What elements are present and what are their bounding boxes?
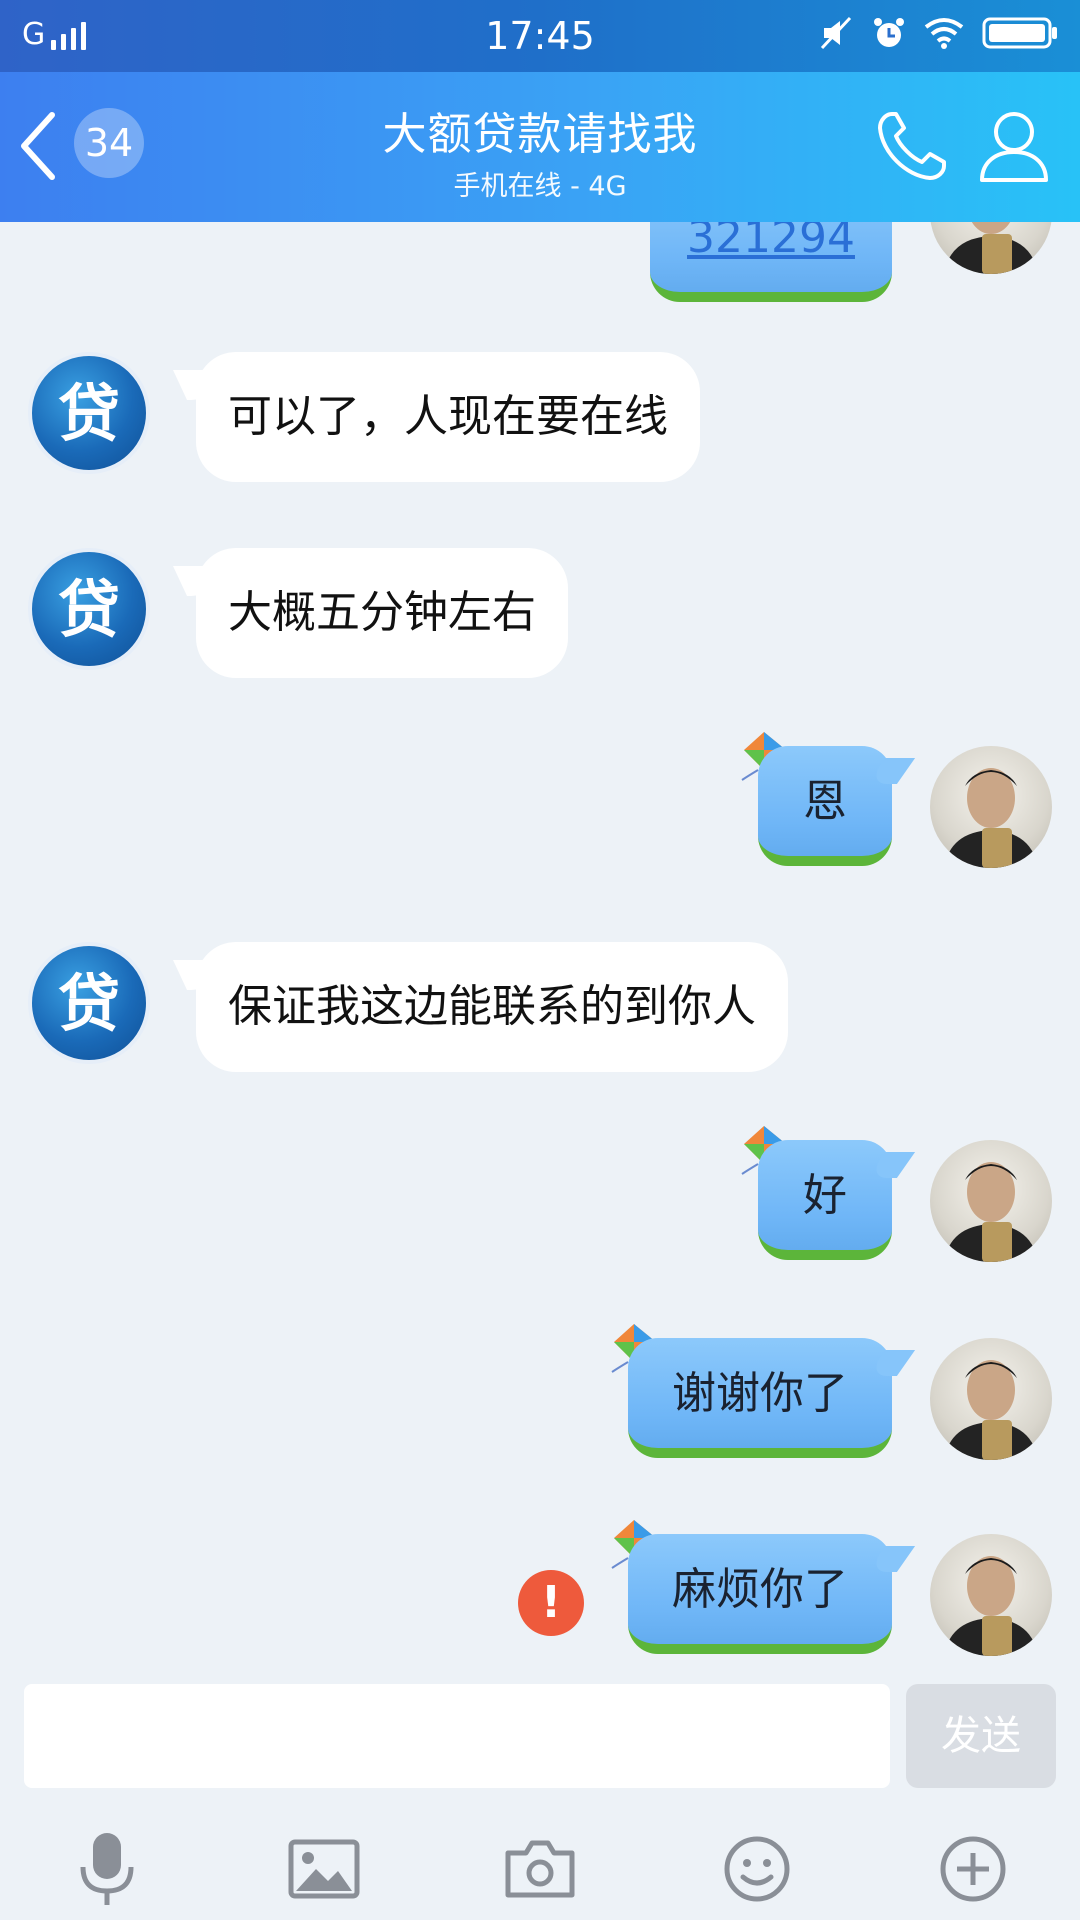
emoji-icon — [724, 1836, 790, 1902]
user-photo — [944, 1360, 1038, 1460]
outgoing-message[interactable]: 麻烦你了 — [628, 1534, 892, 1654]
outgoing-message[interactable]: 好 — [758, 1140, 892, 1260]
incoming-message[interactable]: 保证我这边能联系的到你人 — [196, 942, 788, 1072]
send-button[interactable]: 发送 — [906, 1684, 1056, 1788]
user-photo — [944, 1556, 1038, 1656]
chat-header: 34 大额贷款请找我 手机在线 - 4G — [0, 72, 1080, 222]
input-toolbar — [0, 1824, 1080, 1914]
alarm-icon — [874, 18, 904, 47]
user-photo — [944, 1162, 1038, 1262]
contact-avatar[interactable]: 贷 — [28, 352, 150, 474]
plus-icon — [940, 1836, 1006, 1902]
status-bar: G 17:45 — [0, 0, 1080, 72]
composer: 发送 — [0, 1684, 1080, 1920]
user-avatar[interactable] — [930, 1140, 1052, 1262]
person-icon — [980, 112, 1048, 182]
contact-avatar[interactable]: 贷 — [28, 942, 150, 1064]
outgoing-message[interactable]: 321294 — [650, 222, 892, 302]
send-failed-icon[interactable]: ! — [518, 1570, 584, 1636]
user-avatar[interactable] — [930, 1534, 1052, 1656]
image-button[interactable] — [279, 1824, 369, 1914]
message-input[interactable] — [24, 1684, 890, 1788]
user-photo — [944, 222, 1038, 274]
mute-icon — [820, 16, 852, 50]
contact-avatar[interactable]: 贷 — [28, 548, 150, 670]
incoming-message[interactable]: 大概五分钟左右 — [196, 548, 568, 678]
profile-button[interactable] — [978, 108, 1050, 188]
user-photo — [944, 768, 1038, 868]
message-list[interactable]: 321294 贷 可以了，人现在要在线 贷 大概五分钟左右 恩 贷 保证我这边能… — [0, 222, 1080, 1684]
wifi-icon — [924, 18, 964, 49]
user-avatar[interactable] — [930, 1338, 1052, 1460]
emoji-button[interactable] — [712, 1824, 802, 1914]
incoming-message[interactable]: 可以了，人现在要在线 — [196, 352, 700, 482]
user-avatar[interactable] — [930, 746, 1052, 868]
camera-icon — [505, 1840, 575, 1898]
voice-button[interactable] — [62, 1824, 152, 1914]
battery-icon — [982, 17, 1057, 49]
user-avatar[interactable] — [930, 222, 1052, 274]
phone-icon — [878, 112, 946, 180]
more-button[interactable] — [928, 1824, 1018, 1914]
outgoing-message[interactable]: 恩 — [758, 746, 892, 866]
camera-button[interactable] — [495, 1824, 585, 1914]
microphone-icon — [80, 1833, 134, 1905]
call-button[interactable] — [874, 108, 950, 188]
image-icon — [288, 1839, 360, 1899]
outgoing-message[interactable]: 谢谢你了 — [628, 1338, 892, 1458]
message-link[interactable]: 321294 — [687, 222, 855, 263]
status-icons — [820, 16, 1058, 50]
